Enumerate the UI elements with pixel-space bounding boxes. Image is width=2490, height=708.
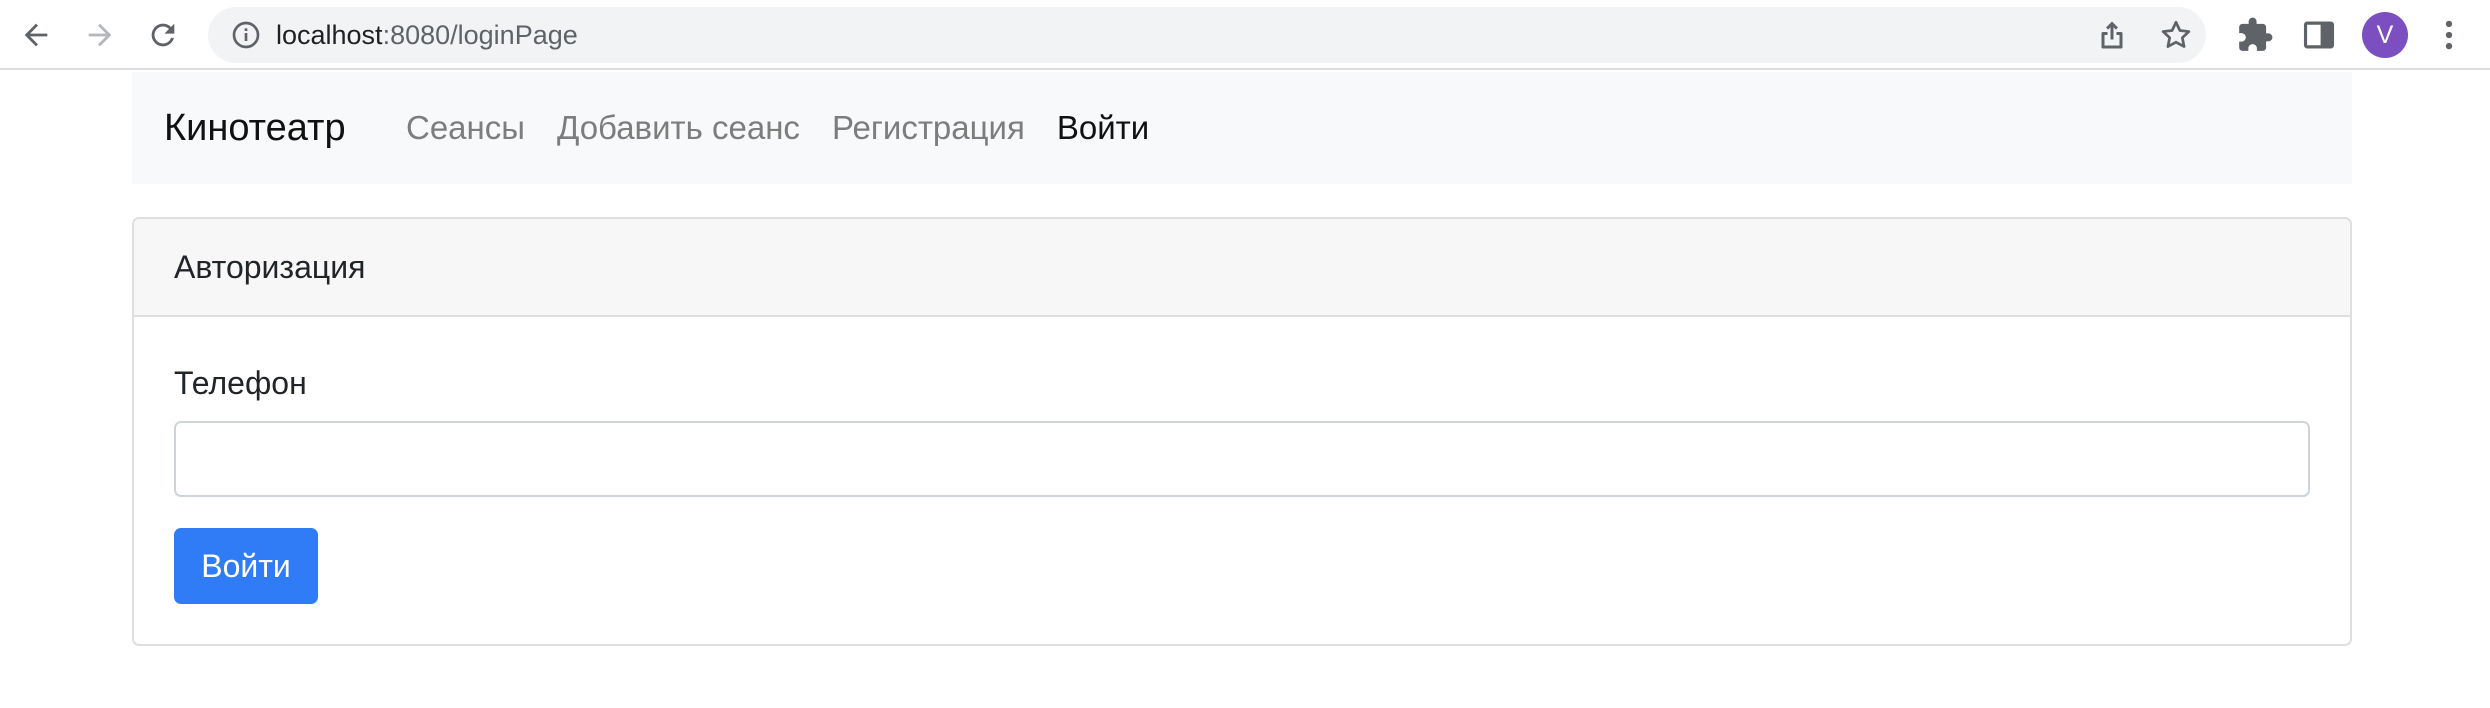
site-navbar: Кинотеатр Сеансы Добавить сеанс Регистра… xyxy=(132,72,2352,184)
reload-icon xyxy=(151,23,175,47)
phone-label: Телефон xyxy=(174,365,307,401)
card-header: Авторизация xyxy=(134,219,2350,317)
browser-toolbar: localhost:8080/loginPage V xyxy=(0,0,2490,70)
phone-input[interactable] xyxy=(174,421,2310,497)
address-bar[interactable]: localhost:8080/loginPage xyxy=(208,7,2206,63)
login-button[interactable]: Войти xyxy=(174,528,318,604)
nav-link-sessions[interactable]: Сеансы xyxy=(406,109,525,147)
side-panel-icon[interactable] xyxy=(2300,16,2338,54)
url-text[interactable]: localhost:8080/loginPage xyxy=(276,7,578,63)
share-icon[interactable] xyxy=(2094,17,2130,53)
nav-link-login[interactable]: Войти xyxy=(1057,109,1149,147)
nav-links: Сеансы Добавить сеанс Регистрация Войти xyxy=(406,72,1181,184)
profile-avatar[interactable]: V xyxy=(2362,12,2408,58)
url-host: localhost xyxy=(276,20,383,50)
forward-button[interactable] xyxy=(77,12,123,58)
nav-link-add-session[interactable]: Добавить сеанс xyxy=(557,109,800,147)
login-card: Авторизация Телефон Войти xyxy=(132,217,2352,646)
back-arrow-icon xyxy=(24,23,48,47)
url-path: :8080/loginPage xyxy=(382,20,578,50)
kebab-menu-icon[interactable] xyxy=(2430,16,2468,54)
star-icon[interactable] xyxy=(2158,17,2194,53)
extensions-icon[interactable] xyxy=(2236,16,2274,54)
avatar-letter: V xyxy=(2376,20,2394,49)
back-button[interactable] xyxy=(13,12,59,58)
info-icon[interactable] xyxy=(230,19,262,51)
forward-arrow-icon xyxy=(88,23,112,47)
reload-button[interactable] xyxy=(140,12,186,58)
navbar-brand[interactable]: Кинотеатр xyxy=(164,72,346,184)
nav-link-registration[interactable]: Регистрация xyxy=(832,109,1025,147)
